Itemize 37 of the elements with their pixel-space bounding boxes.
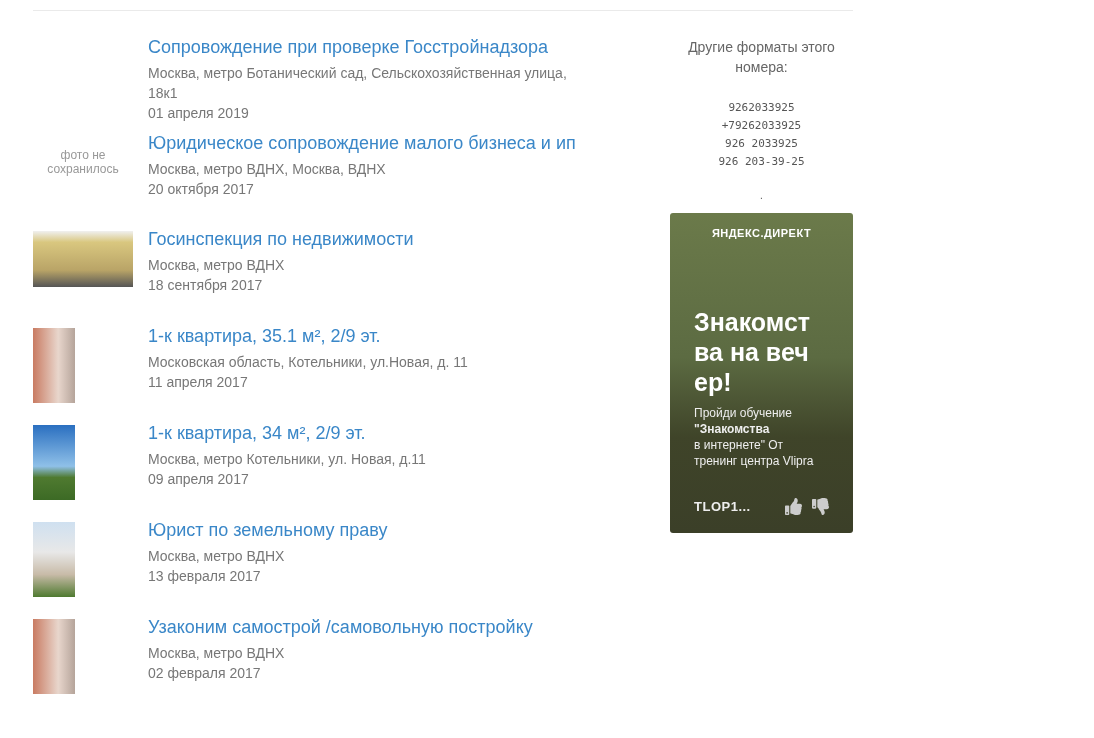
listing-address: Москва, метро ВДНХ (148, 644, 286, 663)
listing-title-link[interactable]: 1-к квартира, 35.1 м², 2/9 эт. (148, 326, 578, 346)
listing-title-link[interactable]: Юрист по земельному праву (148, 520, 578, 540)
formats-heading: Другие форматы этого номера: (687, 38, 836, 77)
ad-domain-link[interactable]: TLOP1... (694, 499, 751, 514)
phone-number: 9262033925 (728, 100, 795, 116)
ad-label: ЯНДЕКС.ДИРЕКТ (710, 227, 813, 239)
photo-placeholder[interactable] (33, 425, 75, 500)
listing-date: 09 апреля 2017 (148, 470, 250, 489)
listing-title-link[interactable]: Сопровождение при проверке Госстройнадзора (148, 37, 578, 57)
photo-placeholder[interactable] (33, 522, 75, 597)
listing-date: 02 февраля 2017 (148, 664, 262, 683)
listing-address: Москва, метро Ботанический сад, Сельскохозяйственная улица, 18к1 (148, 64, 568, 103)
listing-date: 11 апреля 2017 (148, 373, 249, 392)
photo-missing-text: фото не сохранилось (46, 148, 120, 176)
listing-date: 18 сентября 2017 (148, 276, 264, 295)
thumbs-down-icon[interactable] (812, 498, 829, 515)
ad-body-text: Пройди обучение "Знакомства в интернете" От тренинг центра Vlipra (694, 405, 815, 469)
listing-date: 01 апреля 2019 (148, 104, 250, 123)
listing-title-link[interactable]: Юридическое сопровождение малого бизнеса и ип (148, 133, 578, 153)
listing-address: Москва, метро ВДНХ, Москва, ВДНХ (148, 160, 387, 179)
listing-title-link[interactable]: Узаконим самострой /самовольную постройку (148, 617, 578, 637)
listing-title-link[interactable]: Госинспекция по недвижимости (148, 229, 578, 249)
listing-title-link[interactable]: 1-к квартира, 34 м², 2/9 эт. (148, 423, 578, 443)
phone-number: 926 2033925 (725, 136, 798, 152)
dot-text: . (760, 189, 763, 203)
ad-headline[interactable]: Знакомства на вечер! (694, 307, 819, 397)
listing-date: 20 октября 2017 (148, 180, 255, 199)
listing-address: Московская область, Котельники, ул.Новая, д. 11 (148, 353, 469, 372)
listing-address: Москва, метро ВДНХ (148, 256, 286, 275)
listing-address: Москва, метро Котельники, ул. Новая, д.11 (148, 450, 427, 469)
phone-number: 926 203-39-25 (718, 154, 805, 170)
phone-number: +79262033925 (721, 118, 802, 134)
listing-address: Москва, метро ВДНХ (148, 547, 286, 566)
photo-placeholder[interactable] (33, 231, 133, 287)
listing-date: 13 февраля 2017 (148, 567, 262, 586)
thumbs-up-icon[interactable] (785, 498, 802, 515)
